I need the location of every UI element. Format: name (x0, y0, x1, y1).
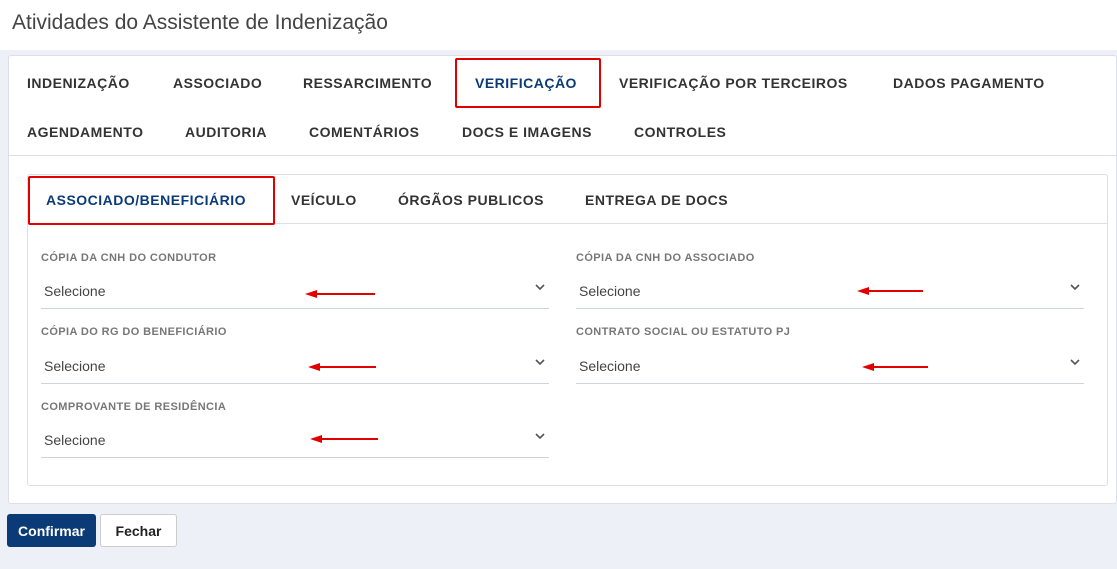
page-title: Atividades do Assistente de Indenização (12, 11, 388, 34)
subtab-entrega-de-docs[interactable]: ENTREGA DE DOCS (585, 192, 728, 208)
rg-beneficiario-value: Selecione (44, 358, 106, 374)
subtab-veiculo[interactable]: VEÍCULO (291, 192, 357, 208)
tab-docs-e-imagens[interactable]: DOCS E IMAGENS (462, 124, 592, 140)
chevron-down-icon (535, 284, 545, 291)
tab-indenizacao[interactable]: INDENIZAÇÃO (27, 75, 130, 91)
chevron-down-icon (1070, 359, 1080, 366)
contrato-social-select[interactable]: Selecione (576, 348, 1084, 384)
subtab-associado-beneficiario[interactable]: ASSOCIADO/BENEFICIÁRIO (46, 192, 246, 208)
tab-auditoria[interactable]: AUDITORIA (185, 124, 267, 140)
cnh-associado-select[interactable]: Selecione (576, 273, 1084, 309)
tab-dados-pagamento[interactable]: DADOS PAGAMENTO (893, 75, 1045, 91)
tab-verificacao-por-terceiros[interactable]: VERIFICAÇÃO POR TERCEIROS (619, 75, 848, 91)
chevron-down-icon (1070, 284, 1080, 291)
close-button[interactable]: Fechar (100, 514, 177, 547)
tab-comentarios[interactable]: COMENTÁRIOS (309, 124, 420, 140)
comprovante-residencia-value: Selecione (44, 432, 106, 448)
sub-tabs: ASSOCIADO/BENEFICIÁRIO VEÍCULO ÓRGÃOS PU… (28, 175, 1107, 225)
cnh-condutor-label: CÓPIA DA CNH DO CONDUTOR (41, 252, 217, 264)
arrow-left-icon (308, 363, 376, 371)
rg-beneficiario-label: CÓPIA DO RG DO BENEFICIÁRIO (41, 326, 227, 338)
confirm-button[interactable]: Confirmar (7, 514, 96, 547)
verification-panel: ASSOCIADO/BENEFICIÁRIO VEÍCULO ÓRGÃOS PU… (27, 174, 1108, 486)
tab-controles[interactable]: CONTROLES (634, 124, 726, 140)
subtab-orgaos-publicos[interactable]: ÓRGÃOS PUBLICOS (398, 192, 544, 208)
page-header: Atividades do Assistente de Indenização (0, 0, 1117, 50)
arrow-left-icon (310, 435, 378, 443)
arrow-left-icon (857, 287, 923, 295)
chevron-down-icon (535, 433, 545, 440)
comprovante-residencia-select[interactable]: Selecione (41, 422, 549, 458)
tab-agendamento[interactable]: AGENDAMENTO (27, 124, 143, 140)
main-tabs: INDENIZAÇÃO ASSOCIADO RESSARCIMENTO VERI… (9, 56, 1116, 156)
rg-beneficiario-select[interactable]: Selecione (41, 348, 549, 384)
contrato-social-value: Selecione (579, 358, 641, 374)
main-card: INDENIZAÇÃO ASSOCIADO RESSARCIMENTO VERI… (8, 55, 1117, 504)
comprovante-residencia-label: COMPROVANTE DE RESIDÊNCIA (41, 401, 227, 413)
cnh-condutor-select[interactable]: Selecione (41, 273, 549, 309)
contrato-social-label: CONTRATO SOCIAL OU ESTATUTO PJ (576, 326, 791, 338)
tab-ressarcimento[interactable]: RESSARCIMENTO (303, 75, 432, 91)
tab-associado[interactable]: ASSOCIADO (173, 75, 262, 91)
cnh-condutor-value: Selecione (44, 283, 106, 299)
cnh-associado-value: Selecione (579, 283, 641, 299)
arrow-left-icon (862, 363, 928, 371)
arrow-left-icon (305, 290, 375, 298)
cnh-associado-label: CÓPIA DA CNH DO ASSOCIADO (576, 252, 755, 264)
tab-verificacao[interactable]: VERIFICAÇÃO (475, 75, 577, 91)
chevron-down-icon (535, 359, 545, 366)
